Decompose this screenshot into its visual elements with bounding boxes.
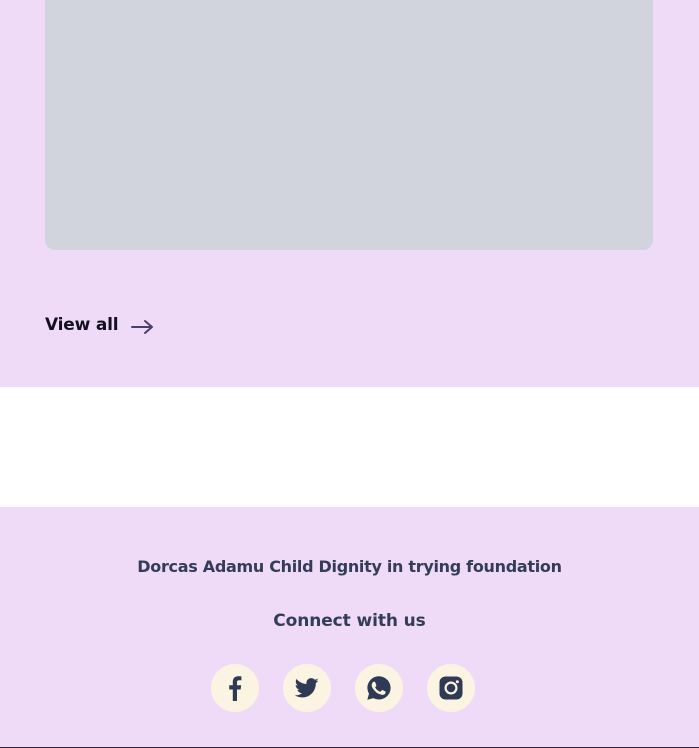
facebook-button[interactable] — [211, 664, 259, 712]
image-placeholder-card — [45, 0, 653, 250]
twitter-button[interactable] — [283, 664, 331, 712]
social-links — [211, 664, 475, 712]
whatsapp-button[interactable] — [355, 664, 403, 712]
instagram-button[interactable] — [427, 664, 475, 712]
view-all-label: View all — [45, 315, 119, 335]
arrow-right-icon — [131, 319, 154, 334]
gallery-section: View all — [0, 0, 699, 387]
twitter-icon — [295, 678, 319, 698]
connect-heading: Connect with us — [273, 611, 426, 631]
view-all-link[interactable]: View all — [45, 311, 155, 339]
footer-org-name: Dorcas Adamu Child Dignity in trying fou… — [137, 557, 562, 576]
section-spacer — [0, 387, 699, 507]
whatsapp-icon — [367, 676, 391, 700]
instagram-icon — [439, 676, 463, 700]
facebook-icon — [229, 676, 242, 701]
site-footer: Dorcas Adamu Child Dignity in trying fou… — [0, 507, 699, 748]
